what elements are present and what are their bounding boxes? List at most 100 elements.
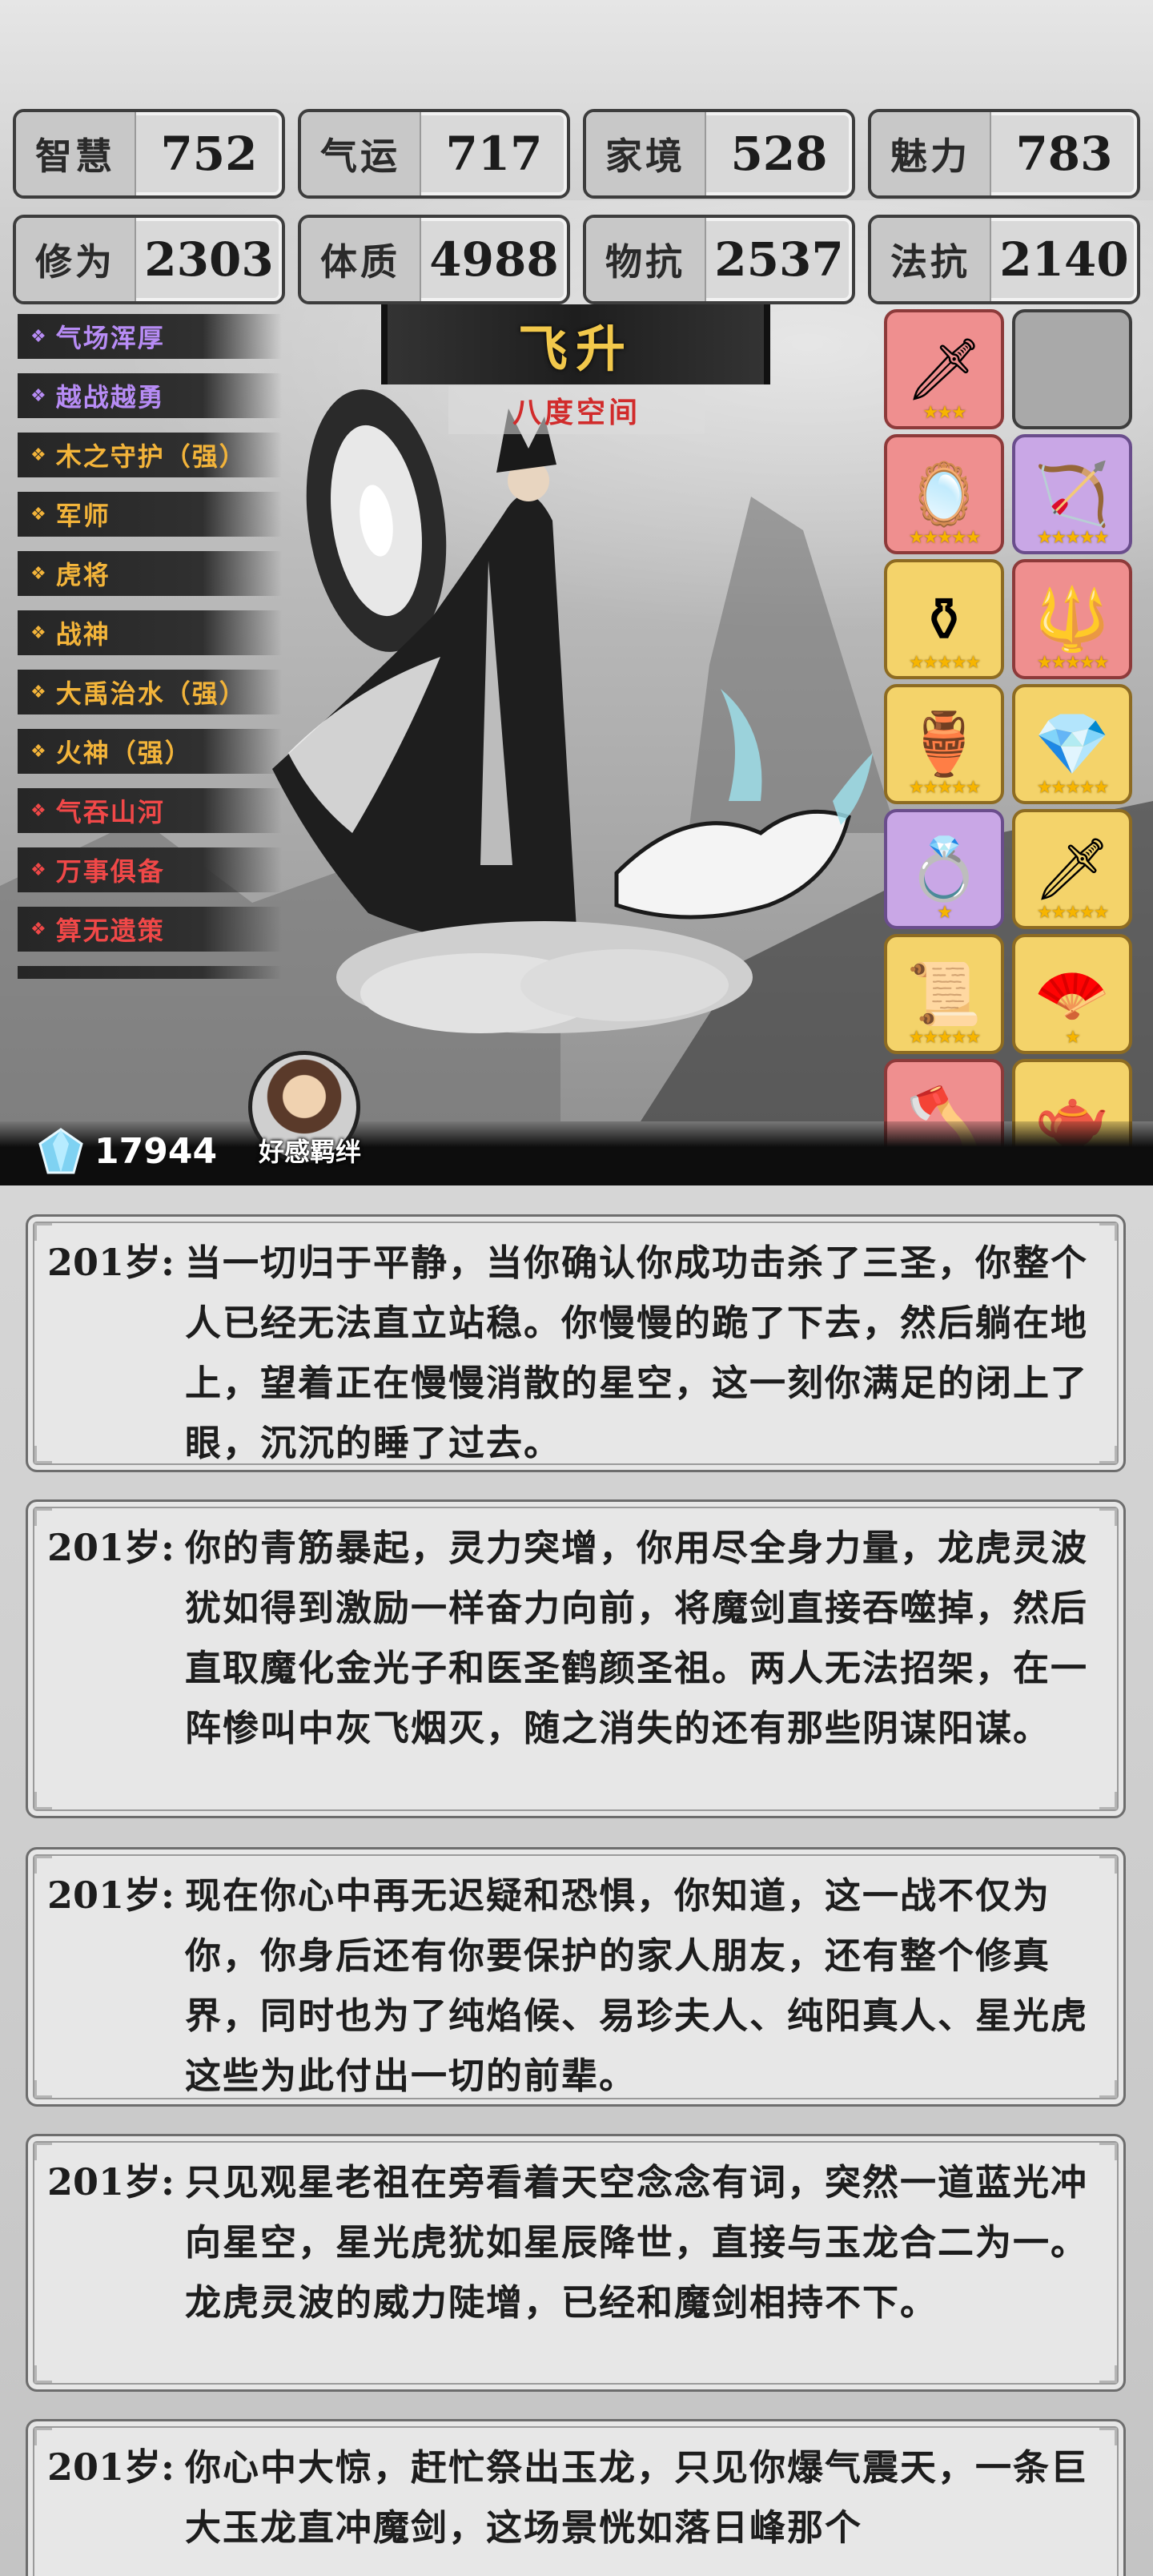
stat-value: 783 <box>1015 127 1113 181</box>
trait-list[interactable]: ❖ 气场浑厚 ❖ 越战越勇 ❖ 木之守护（强） ❖ 军师 ❖ 虎将 ❖ 战神 ❖ 大禹治水（强） ❖ 火神（强… <box>18 314 322 979</box>
frame-corner-ornament <box>34 2365 52 2383</box>
log-entry: 201岁: 只见观星老祖在旁看着天空念念有词，突然一道蓝光冲向星空，星光虎犹如星辰… <box>26 2134 1126 2392</box>
trait-label: 军师 <box>55 501 110 531</box>
cauldron-icon: ⚱ <box>918 583 970 655</box>
trait-item[interactable]: ❖ <box>18 966 282 979</box>
stat-cultivation: 修为 2303 <box>13 215 285 304</box>
trait-label: 虎将 <box>55 560 110 590</box>
frame-corner-ornament <box>1099 1856 1117 1874</box>
ring-icon: 💍 <box>906 833 982 904</box>
trait-item[interactable]: ❖ 木之守护（强） <box>18 433 282 477</box>
stat-label: 智慧 <box>16 112 136 195</box>
star-rating: ★★★★★ <box>908 528 982 548</box>
trait-bullet-icon: ❖ <box>30 682 48 702</box>
trait-item[interactable]: ❖ 气吞山河 <box>18 788 282 833</box>
stat-charm: 魅力 783 <box>868 109 1140 199</box>
ascension-title: 飞升 <box>381 304 770 384</box>
equipment-slot[interactable]: 🗡 ★★★★★ <box>1012 809 1132 929</box>
mirror-icon: 🪞 <box>906 458 982 529</box>
trait-item[interactable]: ❖ 军师 <box>18 492 282 537</box>
trait-item[interactable]: ❖ 气场浑厚 <box>18 314 282 359</box>
equipment-slot[interactable] <box>1012 309 1132 429</box>
log-text: 现在你心中再无迟疑和恐惧，你知道，这一战不仅为你，你身后还有你要保护的家人朋友，… <box>185 1874 1089 2097</box>
spear-icon: 🔱 <box>1034 583 1111 654</box>
trait-bullet-icon: ❖ <box>30 800 48 821</box>
star-rating: ★★★★★ <box>908 1028 982 1048</box>
trait-bullet-icon: ❖ <box>30 563 48 584</box>
life-log[interactable]: 201岁: 当一切归于平静，当你确认你成功击杀了三圣，你整个人已经无法直立站稳。你… <box>0 1185 1153 2576</box>
trait-label: 越战越勇 <box>55 382 165 413</box>
frame-corner-ornament <box>34 2428 52 2445</box>
log-entry: 201岁: 当一切归于平静，当你确认你成功击杀了三圣，你整个人已经无法直立站稳。你… <box>26 1214 1126 1472</box>
equipment-slot[interactable]: ⚱ ★★★★★ <box>884 559 1004 679</box>
affection-bond-button[interactable]: 好感羁绊 <box>250 1134 370 1169</box>
trait-item[interactable]: ❖ 大禹治水（强） <box>18 670 282 714</box>
stat-constitution: 体质 4988 <box>298 215 570 304</box>
log-age: 201岁: <box>47 1241 175 1284</box>
trait-bullet-icon: ❖ <box>30 979 48 980</box>
realm-name: 八度空间 <box>448 386 705 434</box>
trait-item[interactable]: ❖ 算无遗策 <box>18 907 282 952</box>
equipment-slot[interactable]: 📜 ★★★★★ <box>884 934 1004 1054</box>
frame-corner-ornament <box>1099 2428 1117 2445</box>
star-rating: ★★★★★ <box>1036 528 1110 548</box>
attribute-panel: 智慧 752 气运 717 家境 528 魅力 783 修为 2303 体质 4988 物抗… <box>13 109 1140 304</box>
log-text: 只见观星老祖在旁看着天空念念有词，突然一道蓝光冲向星空，星光虎犹如星辰降世，直接… <box>185 2161 1089 2324</box>
log-age: 201岁: <box>47 1874 175 1917</box>
crystal-icon: 💎 <box>1034 708 1111 779</box>
frame-corner-ornament <box>1099 2365 1117 2383</box>
log-text: 你心中大惊，赶忙祭出玉龙，只见你爆气震天，一条巨大玉龙直冲魔剑，这场景恍如落日峰… <box>185 2446 1089 2549</box>
trait-bullet-icon: ❖ <box>30 504 48 525</box>
equipment-slot[interactable]: 🗡 ★★★ <box>884 309 1004 429</box>
frame-corner-ornament <box>1099 1223 1117 1241</box>
stat-label: 魅力 <box>871 112 991 195</box>
stat-label: 家境 <box>586 112 706 195</box>
frame-corner-ornament <box>34 1446 52 1463</box>
frame-corner-ornament <box>1099 2143 1117 2160</box>
equipment-slot[interactable]: 🪭 ★ <box>1012 934 1132 1054</box>
trait-bullet-icon: ❖ <box>30 385 48 406</box>
star-rating: ★★★★★ <box>1036 653 1110 673</box>
equipment-slot[interactable]: 🏺 ★★★★★ <box>884 684 1004 804</box>
star-rating: ★★★ <box>922 403 966 423</box>
stat-physical-resist: 物抗 2537 <box>583 215 855 304</box>
frame-corner-ornament <box>1099 2080 1117 2098</box>
stat-label: 体质 <box>301 218 421 301</box>
trait-bullet-icon: ❖ <box>30 326 48 347</box>
frame-corner-ornament <box>34 2143 52 2160</box>
trait-bullet-icon: ❖ <box>30 919 48 940</box>
frame-corner-ornament <box>34 1792 52 1809</box>
gourd-icon: 🏺 <box>906 708 982 779</box>
trait-item[interactable]: ❖ 虎将 <box>18 551 282 596</box>
trait-item[interactable]: ❖ 越战越勇 <box>18 373 282 418</box>
frame-corner-ornament <box>34 1223 52 1241</box>
log-text: 你的青筋暴起，灵力突增，你用尽全身力量，龙虎灵波犹如得到激励一样奋力向前，将魔剑… <box>185 1527 1089 1749</box>
stat-value: 2140 <box>999 232 1129 287</box>
trait-item[interactable]: ❖ 火神（强） <box>18 729 282 774</box>
log-text: 当一切归于平静，当你确认你成功击杀了三圣，你整个人已经无法直立站稳。你慢慢的跪了… <box>185 1242 1089 1464</box>
star-rating: ★★★★★ <box>1036 778 1110 798</box>
log-entry: 201岁: 你的青筋暴起，灵力突增，你用尽全身力量，龙虎灵波犹如得到激励一样奋力向… <box>26 1499 1126 1818</box>
star-rating: ★ <box>1065 1028 1081 1048</box>
equipment-slot[interactable]: 🪞 ★★★★★ <box>884 434 1004 554</box>
frame-corner-ornament <box>1099 1508 1117 1526</box>
equipment-slot[interactable]: 🏹 ★★★★★ <box>1012 434 1132 554</box>
log-age: 201岁: <box>47 2445 175 2489</box>
trait-bullet-icon: ❖ <box>30 741 48 762</box>
stat-label: 修为 <box>16 218 136 301</box>
trait-item[interactable]: ❖ 万事俱备 <box>18 847 282 892</box>
stat-wisdom: 智慧 752 <box>13 109 285 199</box>
equipment-slot[interactable]: 🔱 ★★★★★ <box>1012 559 1132 679</box>
trait-item[interactable]: ❖ 战神 <box>18 610 282 655</box>
stat-value: 2537 <box>714 232 844 287</box>
trait-label: 战神 <box>55 619 110 650</box>
trait-label: 算无遗策 <box>55 916 165 946</box>
equipment-slot[interactable]: 💍 ★ <box>884 809 1004 929</box>
stat-label: 物抗 <box>586 218 706 301</box>
star-rating: ★ <box>937 903 953 923</box>
frame-corner-ornament <box>1099 1792 1117 1809</box>
frame-corner-ornament <box>34 1508 52 1526</box>
frame-corner-ornament <box>34 1856 52 1874</box>
equipment-slot[interactable]: 💎 ★★★★★ <box>1012 684 1132 804</box>
stat-label: 气运 <box>301 112 421 195</box>
